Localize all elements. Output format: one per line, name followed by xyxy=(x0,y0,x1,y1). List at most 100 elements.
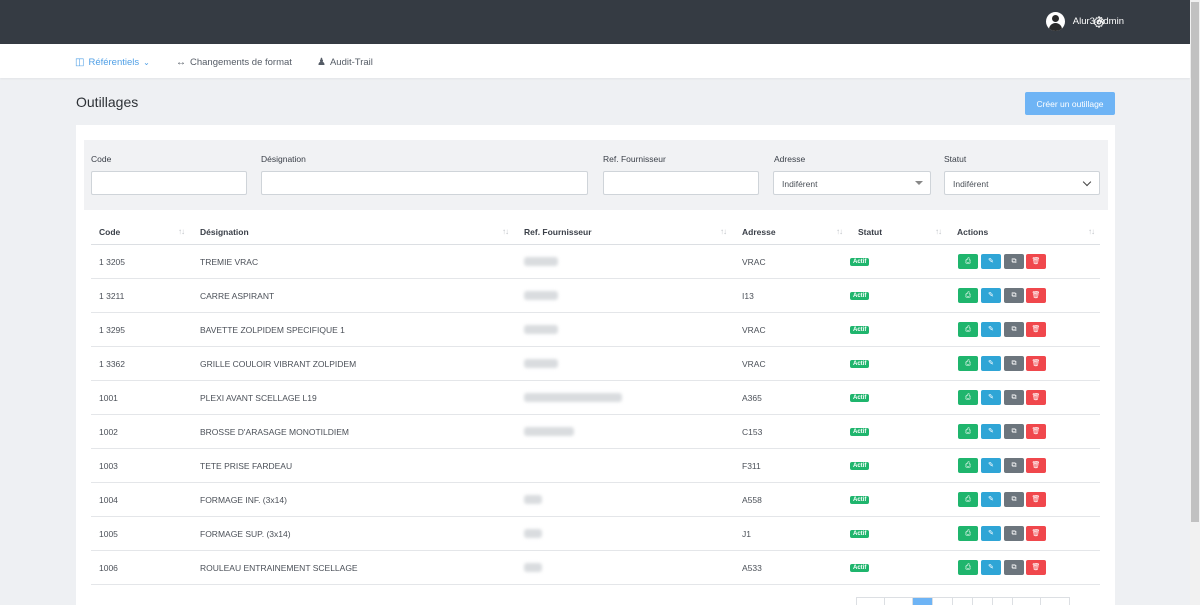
print-button[interactable]: ⎙ xyxy=(958,322,978,337)
sort-icon[interactable]: ↑↓ xyxy=(935,227,942,236)
print-button[interactable]: ⎙ xyxy=(958,526,978,541)
print-button[interactable]: ⎙ xyxy=(958,458,978,473)
edit-button[interactable]: ✎ xyxy=(981,492,1001,507)
nav-item-referentiels[interactable]: ◫ Référentiels ⌄ xyxy=(75,57,150,68)
delete-button[interactable]: 🗑 xyxy=(1026,356,1046,371)
table-row[interactable]: 1001 PLEXI AVANT SCELLAGE L19 A365 Actif ⎙ ✎ ⧉… xyxy=(91,381,1100,415)
sort-icon[interactable]: ↑↓ xyxy=(502,227,509,236)
col-ref[interactable]: Ref. Fournisseur xyxy=(524,227,592,237)
table-row[interactable]: 1 3362 GRILLE COULOIR VIBRANT ZOLPIDEM VRA… xyxy=(91,347,1100,381)
edit-button[interactable]: ✎ xyxy=(981,526,1001,541)
edit-button[interactable]: ✎ xyxy=(981,424,1001,439)
edit-button[interactable]: ✎ xyxy=(981,254,1001,269)
copy-button[interactable]: ⧉ xyxy=(1004,492,1024,507)
edit-icon: ✎ xyxy=(988,258,994,265)
col-designation[interactable]: Désignation xyxy=(200,227,249,237)
delete-button[interactable]: 🗑 xyxy=(1026,560,1046,575)
table-row[interactable]: 1 3205 TREMIE VRAC VRAC Actif ⎙ ✎ ⧉ 🗑 xyxy=(91,245,1100,279)
print-button[interactable]: ⎙ xyxy=(958,254,978,269)
pagination-page[interactable] xyxy=(953,598,973,605)
pagination-next[interactable] xyxy=(1013,598,1041,605)
copy-button[interactable]: ⧉ xyxy=(1004,560,1024,575)
cell-code: 1003 xyxy=(99,461,118,471)
delete-button[interactable]: 🗑 xyxy=(1026,390,1046,405)
filter-code-input[interactable] xyxy=(91,171,247,195)
nav-label-changements: Changements de format xyxy=(190,57,292,68)
pagination-page-active[interactable] xyxy=(913,598,933,605)
cell-designation: FORMAGE INF. (3x14) xyxy=(200,495,287,505)
col-statut[interactable]: Statut xyxy=(858,227,882,237)
pagination-last[interactable] xyxy=(1041,598,1069,605)
print-button[interactable]: ⎙ xyxy=(958,560,978,575)
delete-button[interactable]: 🗑 xyxy=(1026,526,1046,541)
nav-label-referentiels: Référentiels xyxy=(88,57,140,68)
scrollbar-thumb[interactable] xyxy=(1191,2,1199,522)
copy-button[interactable]: ⧉ xyxy=(1004,458,1024,473)
edit-button[interactable]: ✎ xyxy=(981,288,1001,303)
print-button[interactable]: ⎙ xyxy=(958,356,978,371)
trash-icon: 🗑 xyxy=(1031,326,1041,333)
nav-item-changements[interactable]: ↔ Changements de format xyxy=(176,57,292,68)
pagination-prev[interactable] xyxy=(885,598,913,605)
delete-button[interactable]: 🗑 xyxy=(1026,288,1046,303)
table-row[interactable]: 1004 FORMAGE INF. (3x14) A558 Actif ⎙ ✎ ⧉ 🗑 xyxy=(91,483,1100,517)
col-adresse[interactable]: Adresse xyxy=(742,227,776,237)
delete-button[interactable]: 🗑 xyxy=(1026,458,1046,473)
delete-button[interactable]: 🗑 xyxy=(1026,254,1046,269)
filter-adresse-label: Adresse xyxy=(774,154,806,164)
copy-button[interactable]: ⧉ xyxy=(1004,526,1024,541)
edit-button[interactable]: ✎ xyxy=(981,390,1001,405)
col-code[interactable]: Code xyxy=(99,227,120,237)
cell-code: 1 3295 xyxy=(99,325,125,335)
edit-button[interactable]: ✎ xyxy=(981,458,1001,473)
copy-icon: ⧉ xyxy=(1011,258,1017,265)
copy-button[interactable]: ⧉ xyxy=(1004,424,1024,439)
sort-icon[interactable]: ↑↓ xyxy=(720,227,727,236)
tools-card: Code Désignation Ref. Fournisseur Adress… xyxy=(76,125,1115,605)
copy-button[interactable]: ⧉ xyxy=(1004,254,1024,269)
copy-button[interactable]: ⧉ xyxy=(1004,288,1024,303)
filter-ref-input[interactable] xyxy=(603,171,759,195)
cell-designation: PLEXI AVANT SCELLAGE L19 xyxy=(200,393,317,403)
status-badge: Actif xyxy=(850,394,870,402)
sort-icon[interactable]: ↑↓ xyxy=(178,227,185,236)
user-menu[interactable]: Alur3 Admin xyxy=(1045,12,1124,31)
cell-code: 1 3205 xyxy=(99,257,125,267)
table-row[interactable]: 1003 TETE PRISE FARDEAU F311 Actif ⎙ ✎ ⧉ 🗑 xyxy=(91,449,1100,483)
edit-button[interactable]: ✎ xyxy=(981,560,1001,575)
copy-button[interactable]: ⧉ xyxy=(1004,356,1024,371)
edit-button[interactable]: ✎ xyxy=(981,322,1001,337)
print-button[interactable]: ⎙ xyxy=(958,424,978,439)
table-row[interactable]: 1 3295 BAVETTE ZOLPIDEM SPECIFIQUE 1 VRAC A… xyxy=(91,313,1100,347)
table-row[interactable]: 1002 BROSSE D'ARASAGE MONOTILDIEM C153 Acti… xyxy=(91,415,1100,449)
pagination-page[interactable] xyxy=(973,598,993,605)
sort-icon[interactable]: ↑↓ xyxy=(1088,227,1095,236)
create-tool-button[interactable]: Créer un outillage xyxy=(1025,92,1115,115)
filter-designation-input[interactable] xyxy=(261,171,588,195)
copy-button[interactable]: ⧉ xyxy=(1004,322,1024,337)
print-button[interactable]: ⎙ xyxy=(958,492,978,507)
trash-icon: 🗑 xyxy=(1031,564,1041,571)
copy-button[interactable]: ⧉ xyxy=(1004,390,1024,405)
table-row[interactable]: 1006 ROULEAU ENTRAINEMENT SCELLAGE A533 Act… xyxy=(91,551,1100,585)
filter-statut-select[interactable]: Indiférent xyxy=(944,171,1100,195)
cell-designation: ROULEAU ENTRAINEMENT SCELLAGE xyxy=(200,563,358,573)
edit-button[interactable]: ✎ xyxy=(981,356,1001,371)
pagination-page[interactable] xyxy=(993,598,1013,605)
table-row[interactable]: 1005 FORMAGE SUP. (3x14) J1 Actif ⎙ ✎ ⧉ 🗑 xyxy=(91,517,1100,551)
gear-icon[interactable] xyxy=(1092,15,1106,29)
print-button[interactable]: ⎙ xyxy=(958,390,978,405)
table-row[interactable]: 1 3211 CARRE ASPIRANT I13 Actif ⎙ ✎ ⧉ 🗑 xyxy=(91,279,1100,313)
nav-item-audit-trail[interactable]: ♟ Audit-Trail xyxy=(317,57,373,68)
pagination-page[interactable] xyxy=(933,598,953,605)
top-bar: Alur3 Admin xyxy=(0,0,1190,44)
sort-icon[interactable]: ↑↓ xyxy=(836,227,843,236)
pagination-first[interactable] xyxy=(857,598,885,605)
scrollbar[interactable] xyxy=(1190,0,1200,605)
delete-button[interactable]: 🗑 xyxy=(1026,424,1046,439)
filter-statut-value: Indiférent xyxy=(953,179,989,189)
delete-button[interactable]: 🗑 xyxy=(1026,322,1046,337)
delete-button[interactable]: 🗑 xyxy=(1026,492,1046,507)
filter-adresse-select[interactable]: Indiférent xyxy=(773,171,931,195)
print-button[interactable]: ⎙ xyxy=(958,288,978,303)
